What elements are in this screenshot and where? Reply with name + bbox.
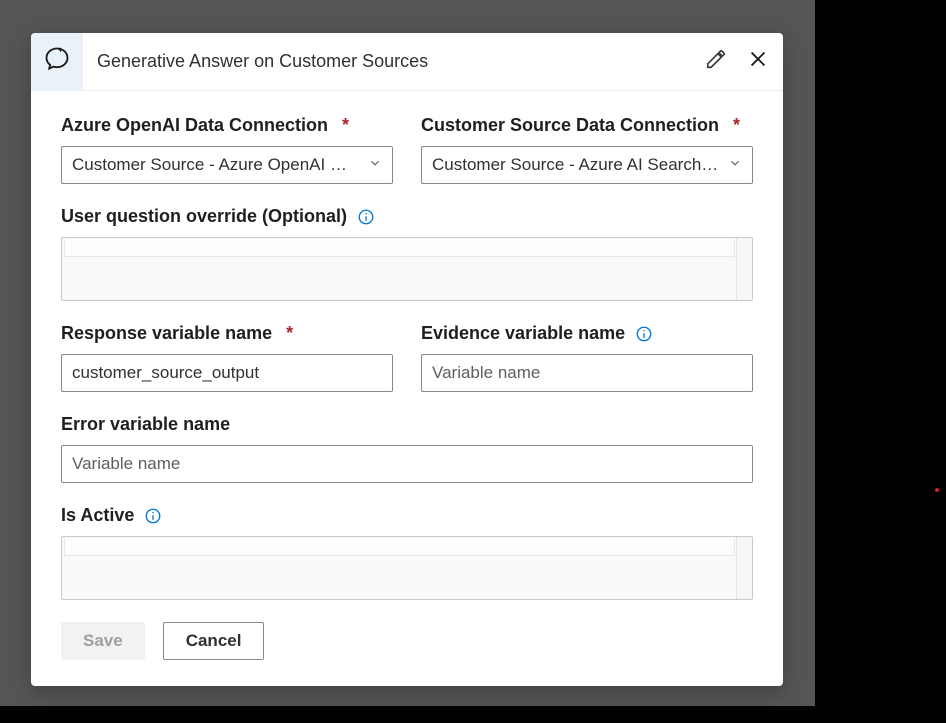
customer-source-connection-label: Customer Source Data Connection* <box>421 115 753 136</box>
edit-button[interactable] <box>695 33 737 91</box>
chevron-down-icon <box>728 155 742 175</box>
error-variable-name-label: Error variable name <box>61 414 753 435</box>
dialog-panel: Generative Answer on Customer Sources Az… <box>31 33 783 686</box>
response-variable-name-input[interactable] <box>61 354 393 392</box>
user-question-override-input[interactable] <box>61 237 753 301</box>
pencil-icon <box>705 48 727 75</box>
azure-openai-connection-value: Customer Source - Azure OpenAI … <box>72 155 360 175</box>
is-active-label: Is Active <box>61 505 753 526</box>
info-icon[interactable] <box>144 507 162 525</box>
formula-bar-side <box>736 238 752 300</box>
response-variable-name-label: Response variable name* <box>61 323 393 344</box>
dialog-header: Generative Answer on Customer Sources <box>31 33 783 91</box>
info-icon[interactable] <box>635 325 653 343</box>
info-icon[interactable] <box>357 208 375 226</box>
chevron-down-icon <box>368 155 382 175</box>
dialog-footer: Save Cancel <box>61 622 753 660</box>
evidence-variable-name-input[interactable] <box>421 354 753 392</box>
customer-source-connection-value: Customer Source - Azure AI Search… <box>432 155 720 175</box>
header-icon-container <box>31 33 83 91</box>
chat-spark-icon <box>43 45 71 78</box>
save-button: Save <box>61 622 145 660</box>
red-indicator-dot <box>935 488 939 492</box>
side-black-panel <box>815 0 946 723</box>
evidence-variable-name-label: Evidence variable name <box>421 323 753 344</box>
formula-bar-side <box>736 537 752 599</box>
close-button[interactable] <box>737 33 779 91</box>
cancel-button[interactable]: Cancel <box>163 622 265 660</box>
user-question-override-label: User question override (Optional) <box>61 206 753 227</box>
is-active-input[interactable] <box>61 536 753 600</box>
customer-source-connection-select[interactable]: Customer Source - Azure AI Search… <box>421 146 753 184</box>
azure-openai-connection-label: Azure OpenAI Data Connection* <box>61 115 393 136</box>
dialog-body: Azure OpenAI Data Connection* Customer S… <box>31 91 783 664</box>
error-variable-name-input[interactable] <box>61 445 753 483</box>
azure-openai-connection-select[interactable]: Customer Source - Azure OpenAI … <box>61 146 393 184</box>
dialog-title: Generative Answer on Customer Sources <box>83 51 695 72</box>
bottom-black-strip <box>0 706 946 723</box>
formula-bar-inner <box>64 538 735 556</box>
close-icon <box>747 48 769 75</box>
formula-bar-inner <box>64 239 735 257</box>
